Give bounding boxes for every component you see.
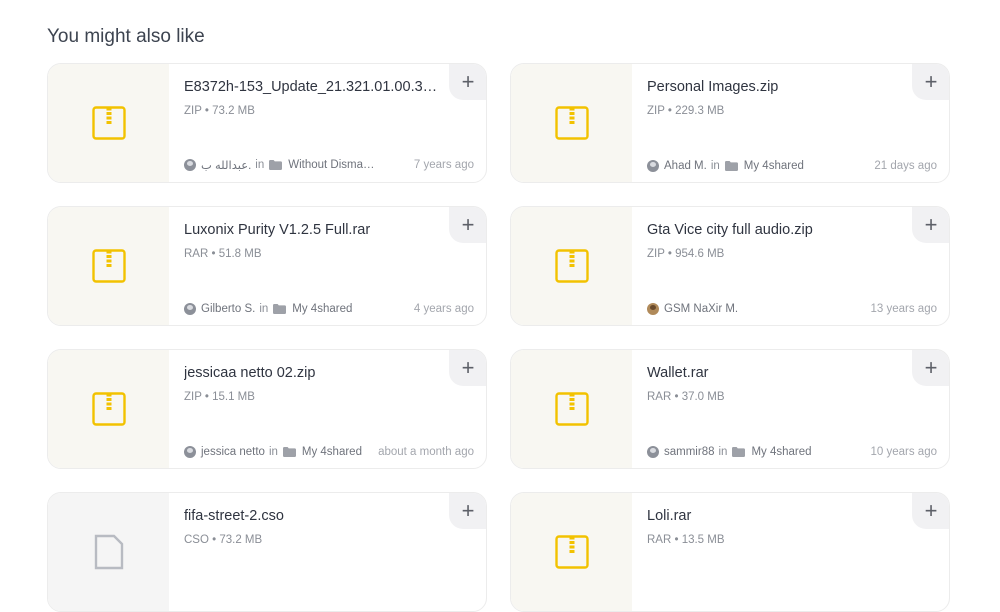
file-thumbnail[interactable] [511,64,632,182]
in-label: in [710,160,720,172]
file-info: Loli.rar RAR • 13.5 MB [632,493,949,611]
file-thumbnail[interactable] [48,350,169,468]
file-owner-row: GSM NaXir M. 13 years ago [647,303,937,315]
file-owner-row: sammir88 in My 4shared 10 years ago [647,446,937,458]
file-owner-row: jessica netto in My 4shared about a mont… [184,446,474,458]
add-button[interactable]: + [449,350,486,386]
upload-time: 10 years ago [870,446,938,458]
file-name[interactable]: Loli.rar [647,507,905,525]
file-grid: E8372h-153_Update_21.321.01.00.306_... Z… [47,63,950,612]
file-card[interactable]: Gta Vice city full audio.zip ZIP • 954.6… [510,206,950,326]
file-info: Luxonix Purity V1.2.5 Full.rar RAR • 51.… [169,207,486,325]
file-meta: ZIP • 229.3 MB [647,105,725,117]
folder-link[interactable]: My 4shared [751,446,811,458]
folder-icon [273,304,287,314]
file-name[interactable]: jessicaa netto 02.zip [184,364,442,382]
file-meta: RAR • 51.8 MB [184,248,262,260]
avatar[interactable] [184,446,196,458]
file-meta: RAR • 37.0 MB [647,391,725,403]
file-thumbnail[interactable] [511,207,632,325]
folder-icon [269,160,283,170]
zip-icon [554,392,589,426]
add-button[interactable]: + [912,64,949,100]
zip-icon [554,535,589,569]
owner-name[interactable]: jessica netto [201,446,265,458]
folder-link[interactable]: My 4shared [292,303,352,315]
file-name[interactable]: Gta Vice city full audio.zip [647,221,905,239]
zip-icon [91,249,126,283]
file-meta: CSO • 73.2 MB [184,534,263,546]
owner-name[interactable]: Ahad M. [664,160,707,172]
upload-time: about a month ago [378,446,474,458]
folder-link[interactable]: Without Disman... [288,159,378,171]
zip-icon [554,106,589,140]
file-info: Personal Images.zip ZIP • 229.3 MB Ahad … [632,64,949,182]
in-label: in [268,446,278,458]
file-name[interactable]: Luxonix Purity V1.2.5 Full.rar [184,221,442,239]
in-label: in [255,159,265,171]
add-button[interactable]: + [449,64,486,100]
add-button[interactable]: + [912,207,949,243]
zip-icon [91,392,126,426]
file-icon [94,534,123,570]
upload-time: 7 years ago [413,159,474,171]
folder-icon [282,447,296,457]
folder-link[interactable]: My 4shared [302,446,362,458]
file-info: jessicaa netto 02.zip ZIP • 15.1 MB jess… [169,350,486,468]
upload-time: 13 years ago [870,303,938,315]
file-card[interactable]: fifa-street-2.cso CSO • 73.2 MB + [47,492,487,612]
avatar[interactable] [647,446,659,458]
avatar[interactable] [647,160,659,172]
folder-icon [724,161,738,171]
file-owner-row: عبدالله ب. in Without Disman... 7 years … [184,158,474,172]
file-name[interactable]: Wallet.rar [647,364,905,382]
owner-name[interactable]: عبدالله ب. [201,158,251,172]
avatar[interactable] [184,303,196,315]
file-info: E8372h-153_Update_21.321.01.00.306_... Z… [169,64,486,182]
file-card[interactable]: E8372h-153_Update_21.321.01.00.306_... Z… [47,63,487,183]
upload-time: 4 years ago [413,303,474,315]
file-name[interactable]: fifa-street-2.cso [184,507,442,525]
file-info: Gta Vice city full audio.zip ZIP • 954.6… [632,207,949,325]
owner-name[interactable]: Gilberto S. [201,303,255,315]
zip-icon [91,106,126,140]
file-thumbnail[interactable] [48,493,169,611]
file-card[interactable]: Personal Images.zip ZIP • 229.3 MB Ahad … [510,63,950,183]
add-button[interactable]: + [449,207,486,243]
in-label: in [259,303,269,315]
file-name[interactable]: Personal Images.zip [647,78,905,96]
file-thumbnail[interactable] [48,207,169,325]
owner-name[interactable]: sammir88 [664,446,714,458]
avatar[interactable] [647,303,659,315]
file-thumbnail[interactable] [48,64,169,182]
file-meta: ZIP • 73.2 MB [184,105,255,117]
file-info: fifa-street-2.cso CSO • 73.2 MB [169,493,486,611]
add-button[interactable]: + [449,493,486,529]
file-meta: ZIP • 954.6 MB [647,248,725,260]
add-button[interactable]: + [912,493,949,529]
file-owner-row: Gilberto S. in My 4shared 4 years ago [184,303,474,315]
in-label: in [718,446,728,458]
file-card[interactable]: Luxonix Purity V1.2.5 Full.rar RAR • 51.… [47,206,487,326]
file-meta: ZIP • 15.1 MB [184,391,255,403]
file-owner-row: Ahad M. in My 4shared 21 days ago [647,160,937,172]
section-title: You might also like [47,26,205,47]
folder-link[interactable]: My 4shared [744,160,804,172]
file-card[interactable]: Loli.rar RAR • 13.5 MB + [510,492,950,612]
file-card[interactable]: Wallet.rar RAR • 37.0 MB sammir88 in My … [510,349,950,469]
file-info: Wallet.rar RAR • 37.0 MB sammir88 in My … [632,350,949,468]
file-meta: RAR • 13.5 MB [647,534,725,546]
file-name[interactable]: E8372h-153_Update_21.321.01.00.306_... [184,78,442,96]
upload-time: 21 days ago [874,160,937,172]
file-thumbnail[interactable] [511,350,632,468]
file-card[interactable]: jessicaa netto 02.zip ZIP • 15.1 MB jess… [47,349,487,469]
file-thumbnail[interactable] [511,493,632,611]
zip-icon [554,249,589,283]
avatar[interactable] [184,159,196,171]
folder-icon [732,447,746,457]
add-button[interactable]: + [912,350,949,386]
owner-name[interactable]: GSM NaXir M. [664,303,738,315]
